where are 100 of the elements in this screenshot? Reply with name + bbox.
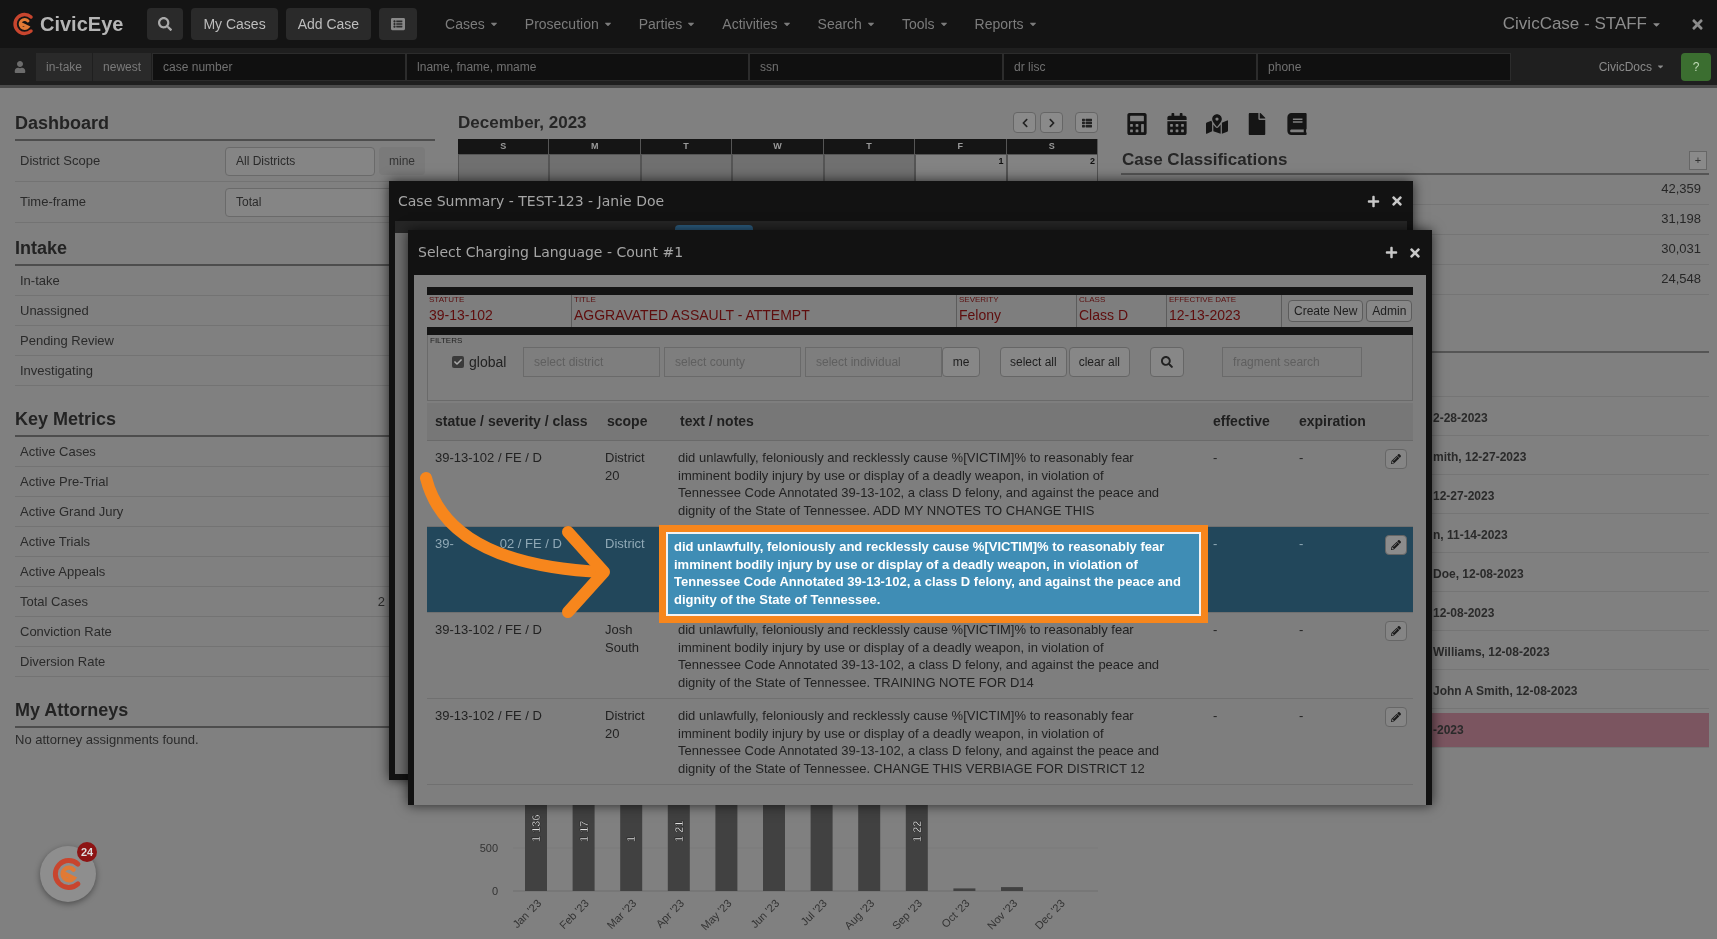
- nav-button[interactable]: Add Case: [285, 8, 372, 40]
- notification-count: 24: [77, 842, 97, 862]
- table-cell-text: -: [1298, 621, 1305, 639]
- calendar-icon[interactable]: [1166, 113, 1188, 135]
- docs-menu[interactable]: CivicDocs: [1598, 57, 1665, 76]
- weekday-header: W: [732, 138, 824, 154]
- search-icon: [158, 17, 173, 31]
- search-field[interactable]: phone: [1257, 52, 1512, 81]
- list-icon: [1081, 117, 1092, 128]
- metric-label: In-take: [20, 271, 60, 290]
- empty-message: No attorney assignments found.: [15, 731, 200, 749]
- metric-label: Active Pre-Trial: [20, 472, 109, 491]
- file-icon[interactable]: [1246, 113, 1268, 135]
- table-cell-text: 39-13-102 / FE / D: [434, 621, 543, 639]
- close-icon[interactable]: [1408, 245, 1422, 260]
- month-label: Jun '23: [748, 896, 782, 931]
- search-button[interactable]: [1150, 347, 1185, 377]
- calendar-title: December, 2023: [458, 112, 587, 134]
- table-cell-text: 39-13-102 / FE / D: [434, 707, 543, 725]
- list-button[interactable]: [379, 8, 418, 40]
- mine-button[interactable]: mine: [379, 147, 425, 175]
- clear-all-button[interactable]: clear all: [1068, 347, 1131, 377]
- metric-label: Unassigned: [20, 301, 89, 320]
- bar-value-label: 1 22: [910, 820, 923, 842]
- metric-label: Pending Review: [20, 331, 114, 350]
- table-cell-text: Josh South: [604, 621, 640, 656]
- nav-menu[interactable]: Cases: [445, 13, 499, 35]
- caret-icon: [1656, 62, 1665, 71]
- global-checkbox[interactable]: [452, 356, 464, 368]
- bar-value-label: 1 136: [530, 814, 542, 842]
- weekday-header: F: [915, 138, 1007, 154]
- calculator-icon[interactable]: [1126, 113, 1148, 135]
- field-label: SEVERITY: [959, 295, 1000, 305]
- column-header: effective: [1212, 412, 1271, 431]
- calendar-list-button[interactable]: [1075, 112, 1098, 134]
- month-label: Sep '23: [889, 896, 925, 932]
- nav-button[interactable]: My Cases: [191, 8, 278, 40]
- search-field[interactable]: case number: [152, 52, 407, 81]
- weekday-header: T: [823, 138, 916, 154]
- edit-button[interactable]: [1385, 535, 1407, 555]
- table-cell-text: District 20: [604, 707, 646, 742]
- metric-label: Diversion Rate: [20, 652, 106, 671]
- axis-tick-label: 0: [491, 885, 498, 897]
- axis-tick-label: 500: [479, 842, 498, 854]
- dialog-button[interactable]: Create New: [1288, 300, 1364, 322]
- month-label: Mar '23: [604, 896, 639, 932]
- table-cell-text: did unlawfully, feloniously and recklessly cause %[VICTIM]% to reasonably fear imminent bodily injury by use or display of a deadly weapon, in violation of Tennessee Code Annotated 39-13-102, a class D felony, and against the peace and dignity of the State of Tennessee. TRAINING NOTE FOR D14: [677, 621, 1161, 691]
- search-button[interactable]: [147, 8, 184, 40]
- expand-icon[interactable]: [1385, 246, 1398, 259]
- pencil-icon: [1391, 540, 1401, 550]
- nav-menu[interactable]: Search: [817, 13, 876, 35]
- search-field[interactable]: lname, fname, mname: [406, 52, 750, 81]
- table-cell-text: District: [604, 535, 646, 553]
- nav-menu[interactable]: Reports: [974, 13, 1038, 35]
- month-label: Dec '23: [1032, 896, 1067, 932]
- filter-select[interactable]: All Districts: [225, 146, 375, 176]
- classification-count: 30,031: [1661, 240, 1701, 259]
- book-icon[interactable]: [1286, 113, 1308, 135]
- nav-menu[interactable]: Parties: [638, 13, 697, 35]
- map-icon[interactable]: [1206, 113, 1228, 135]
- help-button[interactable]: ?: [1681, 52, 1711, 81]
- expand-icon[interactable]: [1367, 194, 1380, 208]
- search-field[interactable]: dr lisc: [1003, 52, 1258, 81]
- filter-button[interactable]: newest: [93, 52, 152, 81]
- search-field[interactable]: ssn: [749, 52, 1004, 81]
- month-label: Nov '23: [984, 896, 1020, 932]
- section-title: Case Classifications: [1122, 149, 1288, 171]
- edit-button[interactable]: [1385, 449, 1407, 469]
- close-icon[interactable]: [1690, 16, 1705, 32]
- filter-button[interactable]: in-take: [36, 52, 93, 81]
- next-month-button[interactable]: [1040, 112, 1063, 134]
- previous-month-button[interactable]: [1013, 112, 1036, 134]
- month-label: Jul '23: [798, 896, 829, 928]
- nav-menu[interactable]: Activities: [722, 13, 792, 35]
- table-cell-text: 39-13-102 / FE / D: [434, 449, 543, 467]
- me-button[interactable]: me: [942, 347, 980, 377]
- month-label: Oct '23: [938, 896, 972, 930]
- edit-button[interactable]: [1385, 707, 1407, 727]
- add-button[interactable]: +: [1689, 150, 1707, 170]
- field-label: EFFECTIVE DATE: [1169, 295, 1237, 305]
- nav-menu[interactable]: Tools: [901, 13, 949, 35]
- app-badge[interactable]: [40, 846, 96, 902]
- pencil-icon: [1391, 626, 1401, 636]
- edit-button[interactable]: [1385, 621, 1407, 641]
- nav-menu[interactable]: Prosecution: [524, 13, 613, 35]
- dialog-button[interactable]: Admin: [1366, 300, 1413, 322]
- table-cell-fragment: 39-: [435, 535, 454, 553]
- table-cell-text: -: [1298, 449, 1305, 467]
- close-icon[interactable]: [1390, 194, 1404, 208]
- account-menu[interactable]: CivicCase - STAFF: [1502, 11, 1662, 37]
- check-icon: [454, 358, 462, 366]
- column-header: statue / severity / class: [434, 412, 589, 431]
- weekday-header: S: [458, 138, 550, 154]
- column-header: expiration: [1298, 412, 1367, 431]
- metric-label: Total Cases: [20, 592, 88, 611]
- pencil-icon: [1391, 454, 1401, 464]
- table-cell-text: District 20: [604, 449, 646, 484]
- dialog-title: Select Charging Language - Count #1: [418, 243, 684, 262]
- select-all-button[interactable]: select all: [1000, 347, 1067, 377]
- field-value: 12-13-2023: [1169, 306, 1242, 325]
